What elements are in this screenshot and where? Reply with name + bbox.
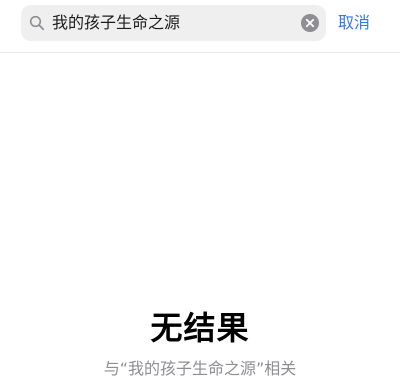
search-header: 我的孩子生命之源 取消 bbox=[0, 0, 400, 52]
search-input[interactable]: 我的孩子生命之源 bbox=[52, 5, 180, 41]
clear-icon[interactable] bbox=[301, 14, 319, 32]
empty-state-title: 无结果 bbox=[150, 309, 250, 347]
search-field[interactable]: 我的孩子生命之源 bbox=[21, 5, 326, 41]
search-icon bbox=[29, 15, 45, 31]
header-divider bbox=[0, 52, 400, 53]
cancel-button[interactable]: 取消 bbox=[338, 5, 370, 41]
empty-state: 无结果 与“我的孩子生命之源”相关 bbox=[0, 306, 400, 380]
empty-state-subtitle: 与“我的孩子生命之源”相关 bbox=[103, 359, 297, 378]
